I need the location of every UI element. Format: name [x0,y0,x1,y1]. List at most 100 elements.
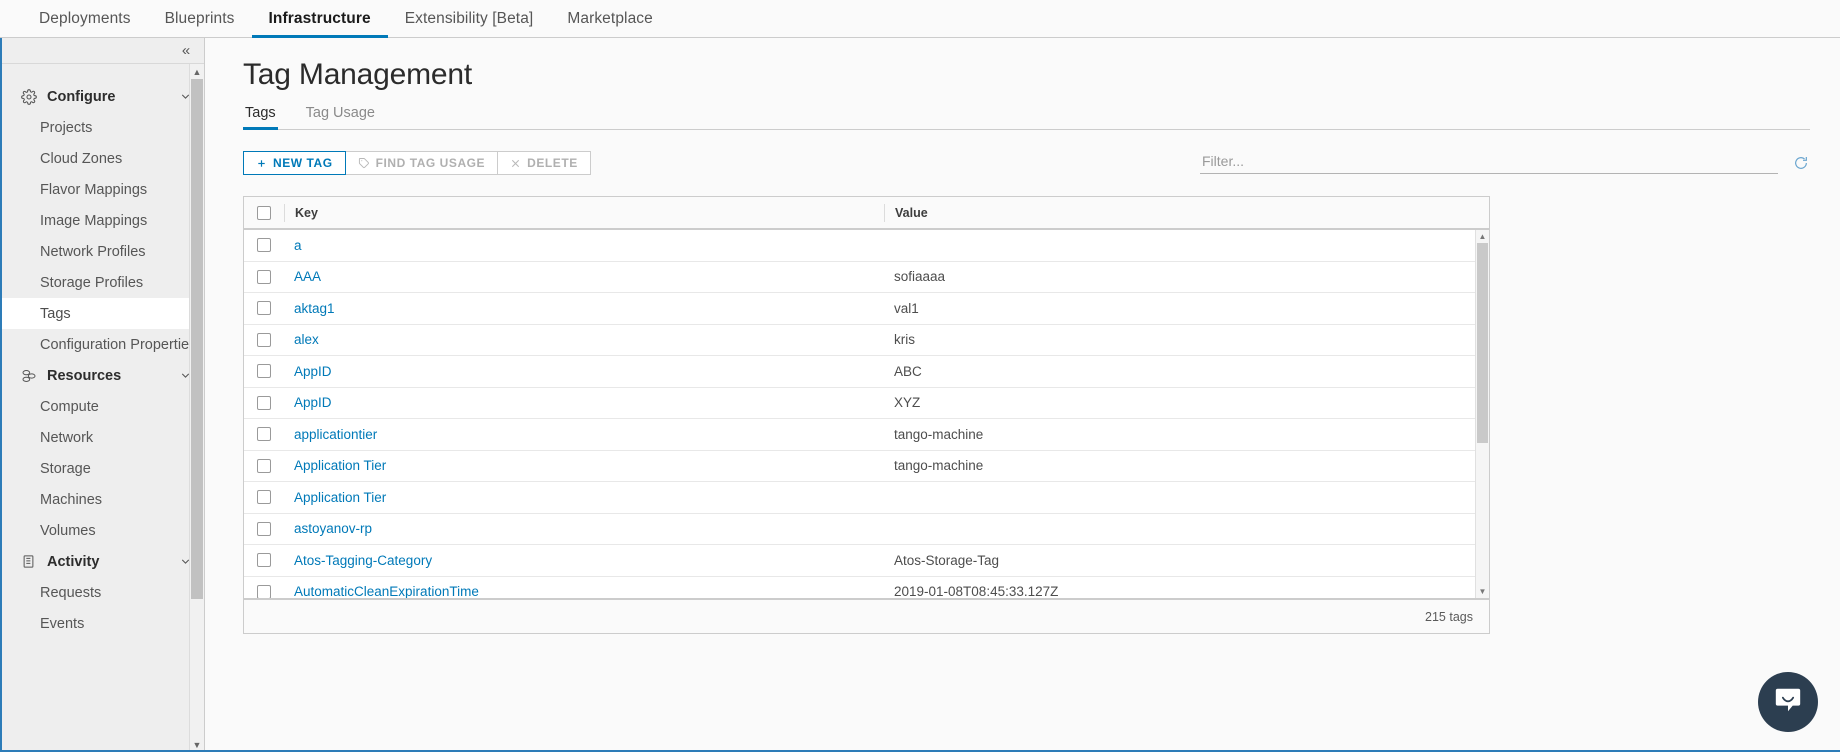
row-checkbox[interactable] [257,584,271,598]
close-icon [510,158,521,169]
sidebar-item-configuration-properties[interactable]: Configuration Properties [0,329,204,360]
sidebar-scrollbar[interactable]: ▲ ▼ [189,64,204,752]
table-row[interactable]: AppID ABC [244,356,1489,388]
filter-input[interactable] [1200,151,1778,174]
tab-tags[interactable]: Tags [243,102,278,130]
page-body: « Configure Projects Cloud Zones Flavor … [0,38,1840,752]
cell-key[interactable]: AutomaticCleanExpirationTime [284,584,884,598]
datagrid-scrollbar[interactable]: ▲ ▼ [1475,230,1489,598]
cell-key[interactable]: AppID [284,395,884,410]
row-checkbox[interactable] [257,553,271,568]
chat-launcher-button[interactable] [1758,672,1818,732]
table-row[interactable]: AppID XYZ [244,388,1489,419]
toolbar: NEW TAG FIND TAG USAGE DELETE [243,151,1810,181]
datagrid-scroll-thumb[interactable] [1477,243,1488,443]
sidebar-item-tags[interactable]: Tags [0,298,204,329]
table-row[interactable]: astoyanov-rp [244,514,1489,545]
cell-key[interactable]: Application Tier [284,490,884,505]
datagrid-scroll-down-icon[interactable]: ▼ [1476,585,1489,598]
row-checkbox[interactable] [257,427,271,442]
table-row[interactable]: AutomaticCleanExpirationTime 2019-01-08T… [244,577,1489,598]
sidebar-item-label: Events [40,615,85,632]
row-select-cell [244,238,284,253]
row-select-cell [244,584,284,598]
cell-key[interactable]: alex [284,332,884,347]
sidebar-group-resources[interactable]: Resources [0,360,204,391]
sidebar-collapse-icon[interactable]: « [176,41,196,61]
sidebar-group-activity[interactable]: Activity [0,546,204,577]
row-checkbox[interactable] [257,238,271,253]
sidebar-scroll-thumb[interactable] [191,79,203,599]
delete-label: DELETE [527,156,578,170]
row-checkbox[interactable] [257,301,271,316]
plus-icon [256,158,267,169]
cell-key[interactable]: a [284,238,884,253]
topnav-item-deployments[interactable]: Deployments [22,0,148,37]
sidebar-item-events[interactable]: Events [0,608,204,639]
delete-button[interactable]: DELETE [498,151,591,175]
tab-tag-usage[interactable]: Tag Usage [304,102,377,129]
topnav-item-extensibility[interactable]: Extensibility [Beta] [388,0,551,37]
sidebar-item-flavor-mappings[interactable]: Flavor Mappings [0,174,204,205]
cell-key[interactable]: astoyanov-rp [284,521,884,536]
topnav-item-blueprints[interactable]: Blueprints [148,0,252,37]
table-row[interactable]: Application Tier [244,482,1489,514]
cell-value: val1 [894,300,919,316]
table-row[interactable]: a [244,230,1489,262]
cell-value: tango-machine [894,458,984,474]
row-checkbox[interactable] [257,458,271,473]
sidebar-nav: Configure Projects Cloud Zones Flavor Ma… [0,64,204,639]
row-checkbox[interactable] [257,269,271,284]
table-row[interactable]: Application Tier tango-machine [244,451,1489,482]
row-checkbox[interactable] [257,490,271,505]
row-select-cell [244,553,284,568]
sidebar-item-machines[interactable]: Machines [0,484,204,515]
sidebar-scroll-up-icon[interactable]: ▲ [190,64,204,79]
table-row[interactable]: aktag1 val1 [244,293,1489,325]
sidebar-item-storage-profiles[interactable]: Storage Profiles [0,267,204,298]
new-tag-button[interactable]: NEW TAG [243,151,346,175]
row-checkbox[interactable] [257,395,271,410]
chat-bubble-icon [1773,685,1803,720]
sidebar-group-configure[interactable]: Configure [0,81,204,112]
row-checkbox[interactable] [257,521,271,536]
cell-key[interactable]: Atos-Tagging-Category [284,553,884,568]
sidebar-item-network[interactable]: Network [0,422,204,453]
table-row[interactable]: applicationtier tango-machine [244,419,1489,451]
sidebar-item-compute[interactable]: Compute [0,391,204,422]
table-row[interactable]: AAA sofiaaaa [244,262,1489,293]
table-row[interactable]: alex kris [244,325,1489,356]
cell-key[interactable]: aktag1 [284,301,884,316]
table-row[interactable]: Atos-Tagging-Category Atos-Storage-Tag [244,545,1489,577]
column-header-key[interactable]: Key [284,203,884,222]
sidebar-item-network-profiles[interactable]: Network Profiles [0,236,204,267]
sidebar-item-storage[interactable]: Storage [0,453,204,484]
sidebar: « Configure Projects Cloud Zones Flavor … [0,38,205,752]
tag-icon [358,157,370,169]
sidebar-item-label: Image Mappings [40,212,148,229]
cell-key[interactable]: AAA [284,269,884,284]
topnav-item-infrastructure[interactable]: Infrastructure [251,0,388,38]
row-checkbox[interactable] [257,364,271,379]
cell-key[interactable]: applicationtier [284,427,884,442]
sidebar-group-label: Activity [47,553,100,570]
column-header-value[interactable]: Value [884,203,1489,222]
sidebar-item-requests[interactable]: Requests [0,577,204,608]
row-checkbox[interactable] [257,332,271,347]
sidebar-item-volumes[interactable]: Volumes [0,515,204,546]
topnav-label: Extensibility [Beta] [404,9,534,27]
refresh-icon[interactable] [1792,154,1810,172]
select-all-cell [244,205,284,220]
cell-key[interactable]: AppID [284,364,884,379]
cell-key[interactable]: Application Tier [284,458,884,473]
activity-icon [20,553,37,570]
sidebar-item-projects[interactable]: Projects [0,112,204,143]
row-select-cell [244,301,284,316]
find-tag-usage-button[interactable]: FIND TAG USAGE [345,151,499,175]
row-select-cell [244,490,284,505]
select-all-checkbox[interactable] [257,205,271,220]
sidebar-item-cloud-zones[interactable]: Cloud Zones [0,143,204,174]
sidebar-item-image-mappings[interactable]: Image Mappings [0,205,204,236]
datagrid-scroll-up-icon[interactable]: ▲ [1476,230,1489,243]
topnav-item-marketplace[interactable]: Marketplace [550,0,670,37]
